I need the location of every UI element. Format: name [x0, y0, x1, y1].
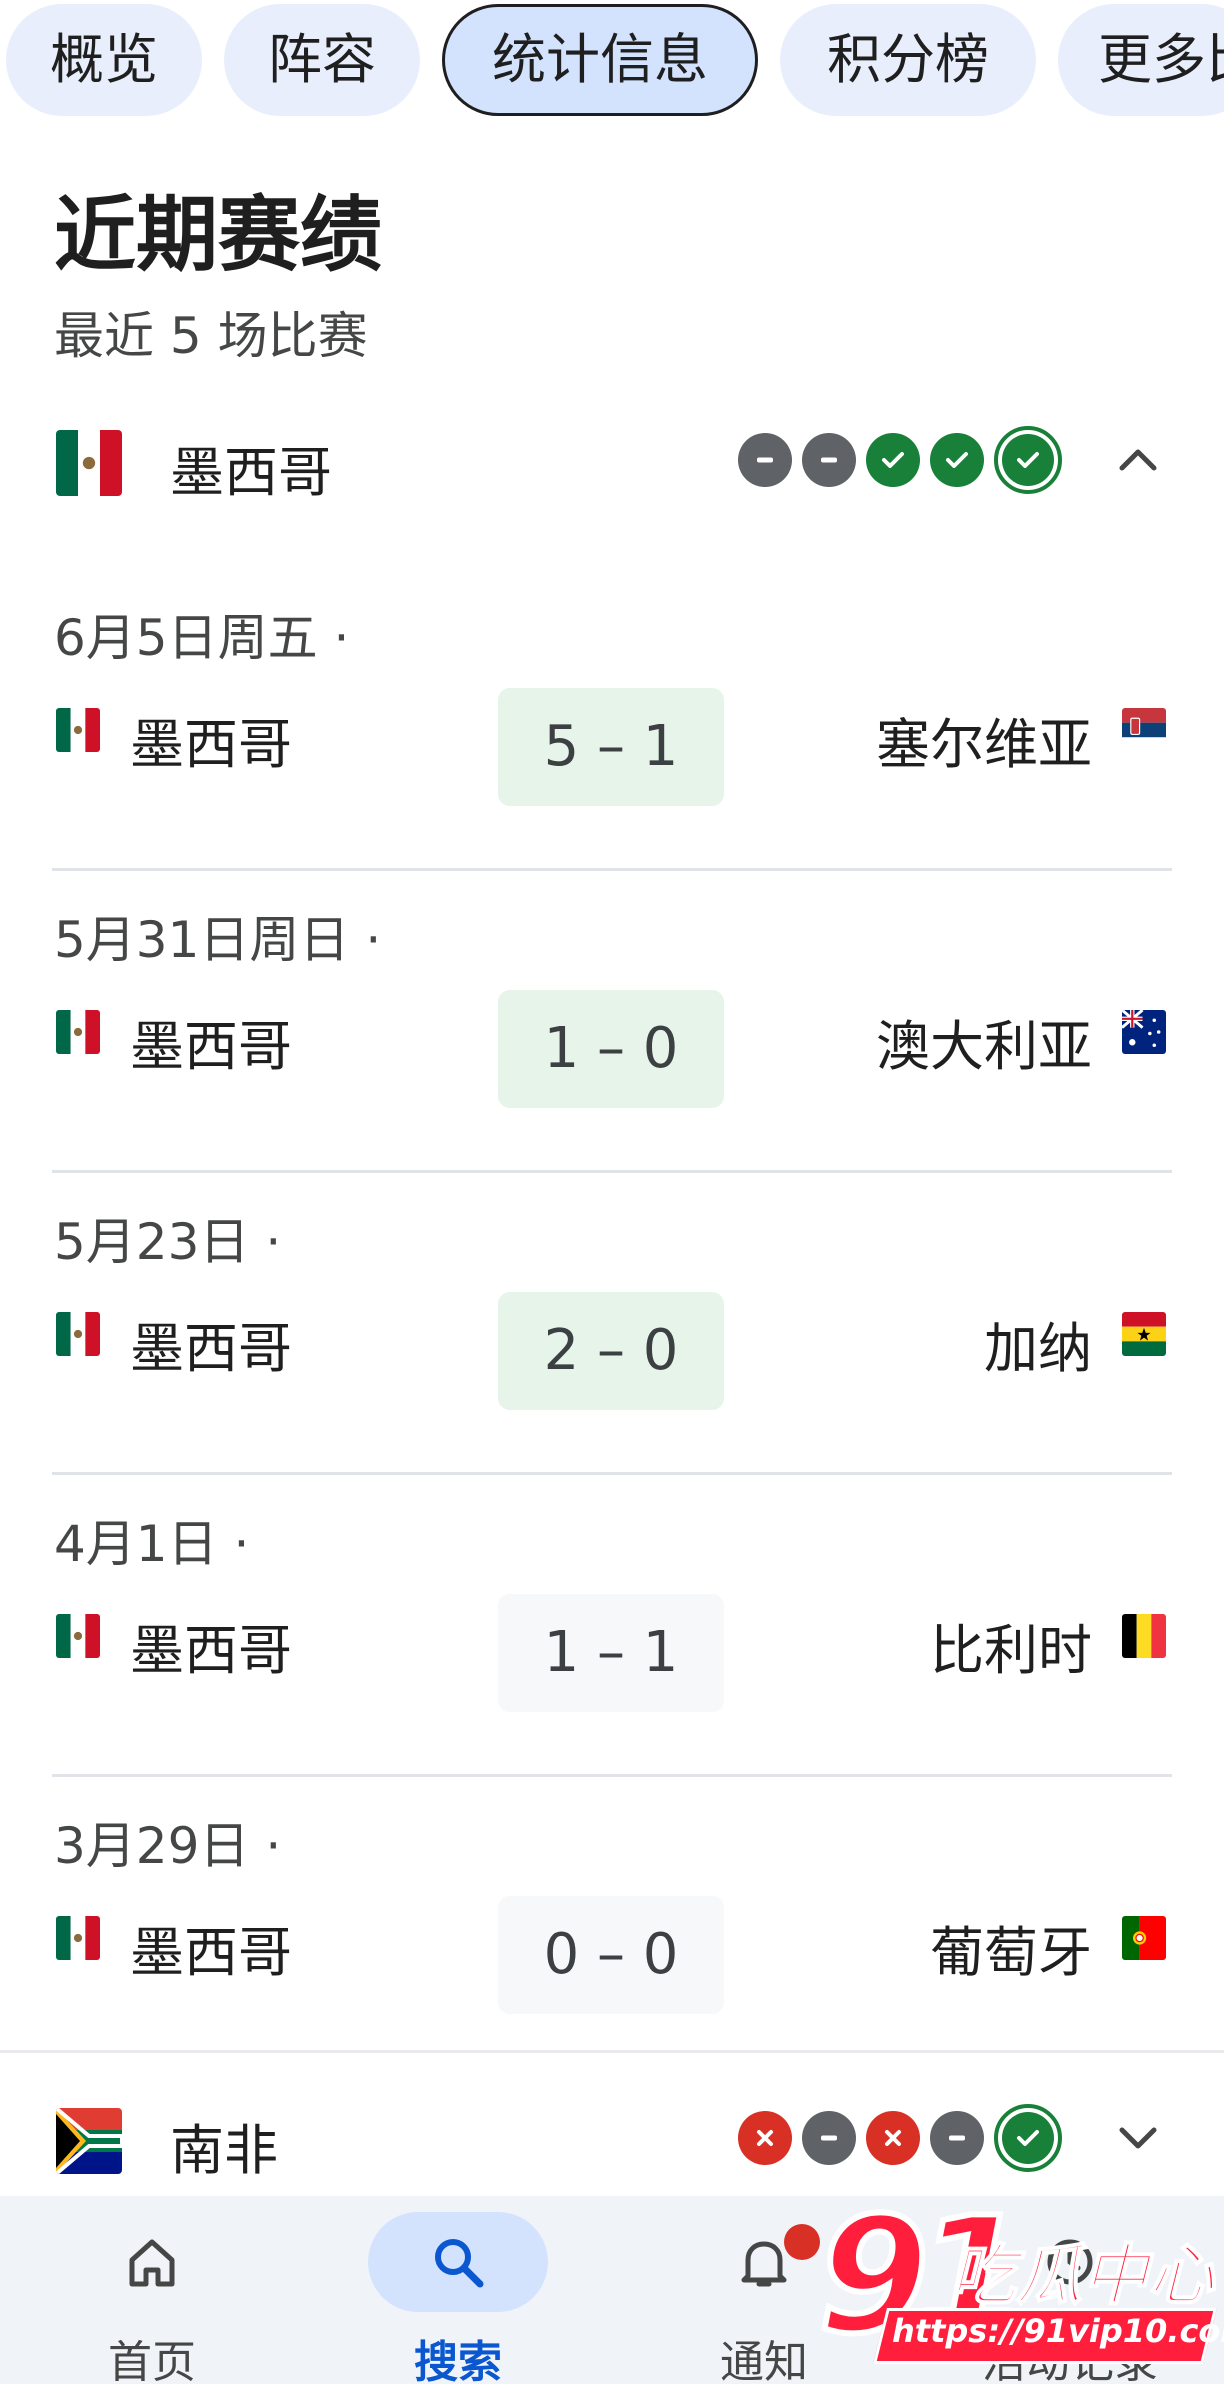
form-indicators	[728, 2098, 1062, 2178]
nav-search[interactable]: 搜索	[338, 2196, 578, 2384]
home-team-name: 墨西哥	[130, 1015, 292, 1078]
away-team-name: 加纳	[984, 1317, 1092, 1380]
team-name: 墨西哥	[170, 441, 332, 504]
match-row[interactable]: 3月29日 · 墨西哥 0 – 0 葡萄牙	[0, 1790, 1224, 2090]
mexico-flag-icon	[56, 430, 122, 496]
away-team-name: 葡萄牙	[930, 1921, 1092, 1984]
chevron-down-icon[interactable]	[1108, 2108, 1168, 2168]
tab-standings[interactable]: 积分榜	[780, 4, 1036, 116]
match-score: 1 – 0	[498, 990, 724, 1108]
form-loss-icon	[738, 2111, 792, 2165]
watermark-url: https://91vip10.com	[892, 2312, 1224, 2350]
match-score: 2 – 0	[498, 1292, 724, 1410]
form-indicators	[728, 420, 1062, 500]
tab-overview[interactable]: 概览	[6, 4, 202, 116]
team-row-south-africa[interactable]: 南非	[0, 2078, 1224, 2198]
form-win-icon	[866, 433, 920, 487]
nav-label: 搜索	[414, 2337, 502, 2384]
form-draw-icon	[738, 433, 792, 487]
nav-home[interactable]: 首页	[32, 2196, 272, 2384]
form-draw-icon	[930, 2111, 984, 2165]
away-team-name: 塞尔维亚	[876, 713, 1092, 776]
match-date: 3月29日 ·	[54, 1817, 282, 1875]
match-row[interactable]: 5月23日 · 墨西哥 2 – 0 加纳	[0, 1186, 1224, 1486]
form-latest-win-icon	[994, 426, 1062, 494]
form-latest-win-icon	[994, 2104, 1062, 2172]
match-row[interactable]: 5月31日周日 · 墨西哥 1 – 0 澳大利亚	[0, 884, 1224, 1184]
section-subtitle: 最近 5 场比赛	[54, 307, 368, 365]
section-title: 近期赛绩	[54, 188, 383, 283]
team-row-mexico[interactable]: 墨西哥	[0, 400, 1224, 520]
section-divider	[0, 2050, 1224, 2053]
match-date: 5月23日 ·	[54, 1213, 282, 1271]
mexico-flag-icon	[56, 708, 100, 752]
serbia-flag-icon	[1122, 708, 1166, 752]
divider	[52, 868, 1172, 871]
south-africa-flag-icon	[56, 2108, 122, 2174]
mexico-flag-icon	[56, 1312, 100, 1356]
match-score: 5 – 1	[498, 688, 724, 806]
form-draw-icon	[802, 433, 856, 487]
team-name: 南非	[170, 2119, 278, 2182]
search-icon	[428, 2232, 488, 2292]
tab-stats[interactable]: 统计信息	[442, 4, 758, 116]
portugal-flag-icon	[1122, 1916, 1166, 1960]
divider	[52, 1774, 1172, 1777]
nav-label: 首页	[108, 2337, 196, 2384]
divider	[52, 1472, 1172, 1475]
form-win-icon	[930, 433, 984, 487]
match-row[interactable]: 4月1日 · 墨西哥 1 – 1 比利时	[0, 1488, 1224, 1788]
match-score: 0 – 0	[498, 1896, 724, 2014]
mexico-flag-icon	[56, 1916, 100, 1960]
chevron-up-icon[interactable]	[1108, 430, 1168, 490]
australia-flag-icon	[1122, 1010, 1166, 1054]
form-loss-icon	[866, 2111, 920, 2165]
match-row[interactable]: 6月5日周五 · 墨西哥 5 – 1 塞尔维亚	[0, 582, 1224, 882]
home-team-name: 墨西哥	[130, 1317, 292, 1380]
away-team-name: 比利时	[930, 1619, 1092, 1682]
tab-more[interactable]: 更多比	[1058, 4, 1224, 116]
mexico-flag-icon	[56, 1010, 100, 1054]
divider	[52, 1170, 1172, 1173]
match-date: 6月5日周五 ·	[54, 609, 350, 667]
tab-lineup[interactable]: 阵容	[224, 4, 420, 116]
tab-bar: 概览 阵容 统计信息 积分榜 更多比	[0, 0, 1224, 128]
home-team-name: 墨西哥	[130, 713, 292, 776]
ghana-flag-icon	[1122, 1312, 1166, 1356]
match-date: 4月1日 ·	[54, 1515, 250, 1573]
home-team-name: 墨西哥	[130, 1921, 292, 1984]
away-team-name: 澳大利亚	[876, 1015, 1092, 1078]
watermark-logo: 91 吃瓜中心 https://91vip10.com	[800, 2179, 1224, 2384]
watermark-text: 吃瓜中心	[949, 2236, 1215, 2315]
home-icon	[122, 2232, 182, 2292]
home-team-name: 墨西哥	[130, 1619, 292, 1682]
belgium-flag-icon	[1122, 1614, 1166, 1658]
match-date: 5月31日周日 ·	[54, 911, 382, 969]
match-score: 1 – 1	[498, 1594, 724, 1712]
form-draw-icon	[802, 2111, 856, 2165]
mexico-flag-icon	[56, 1614, 100, 1658]
